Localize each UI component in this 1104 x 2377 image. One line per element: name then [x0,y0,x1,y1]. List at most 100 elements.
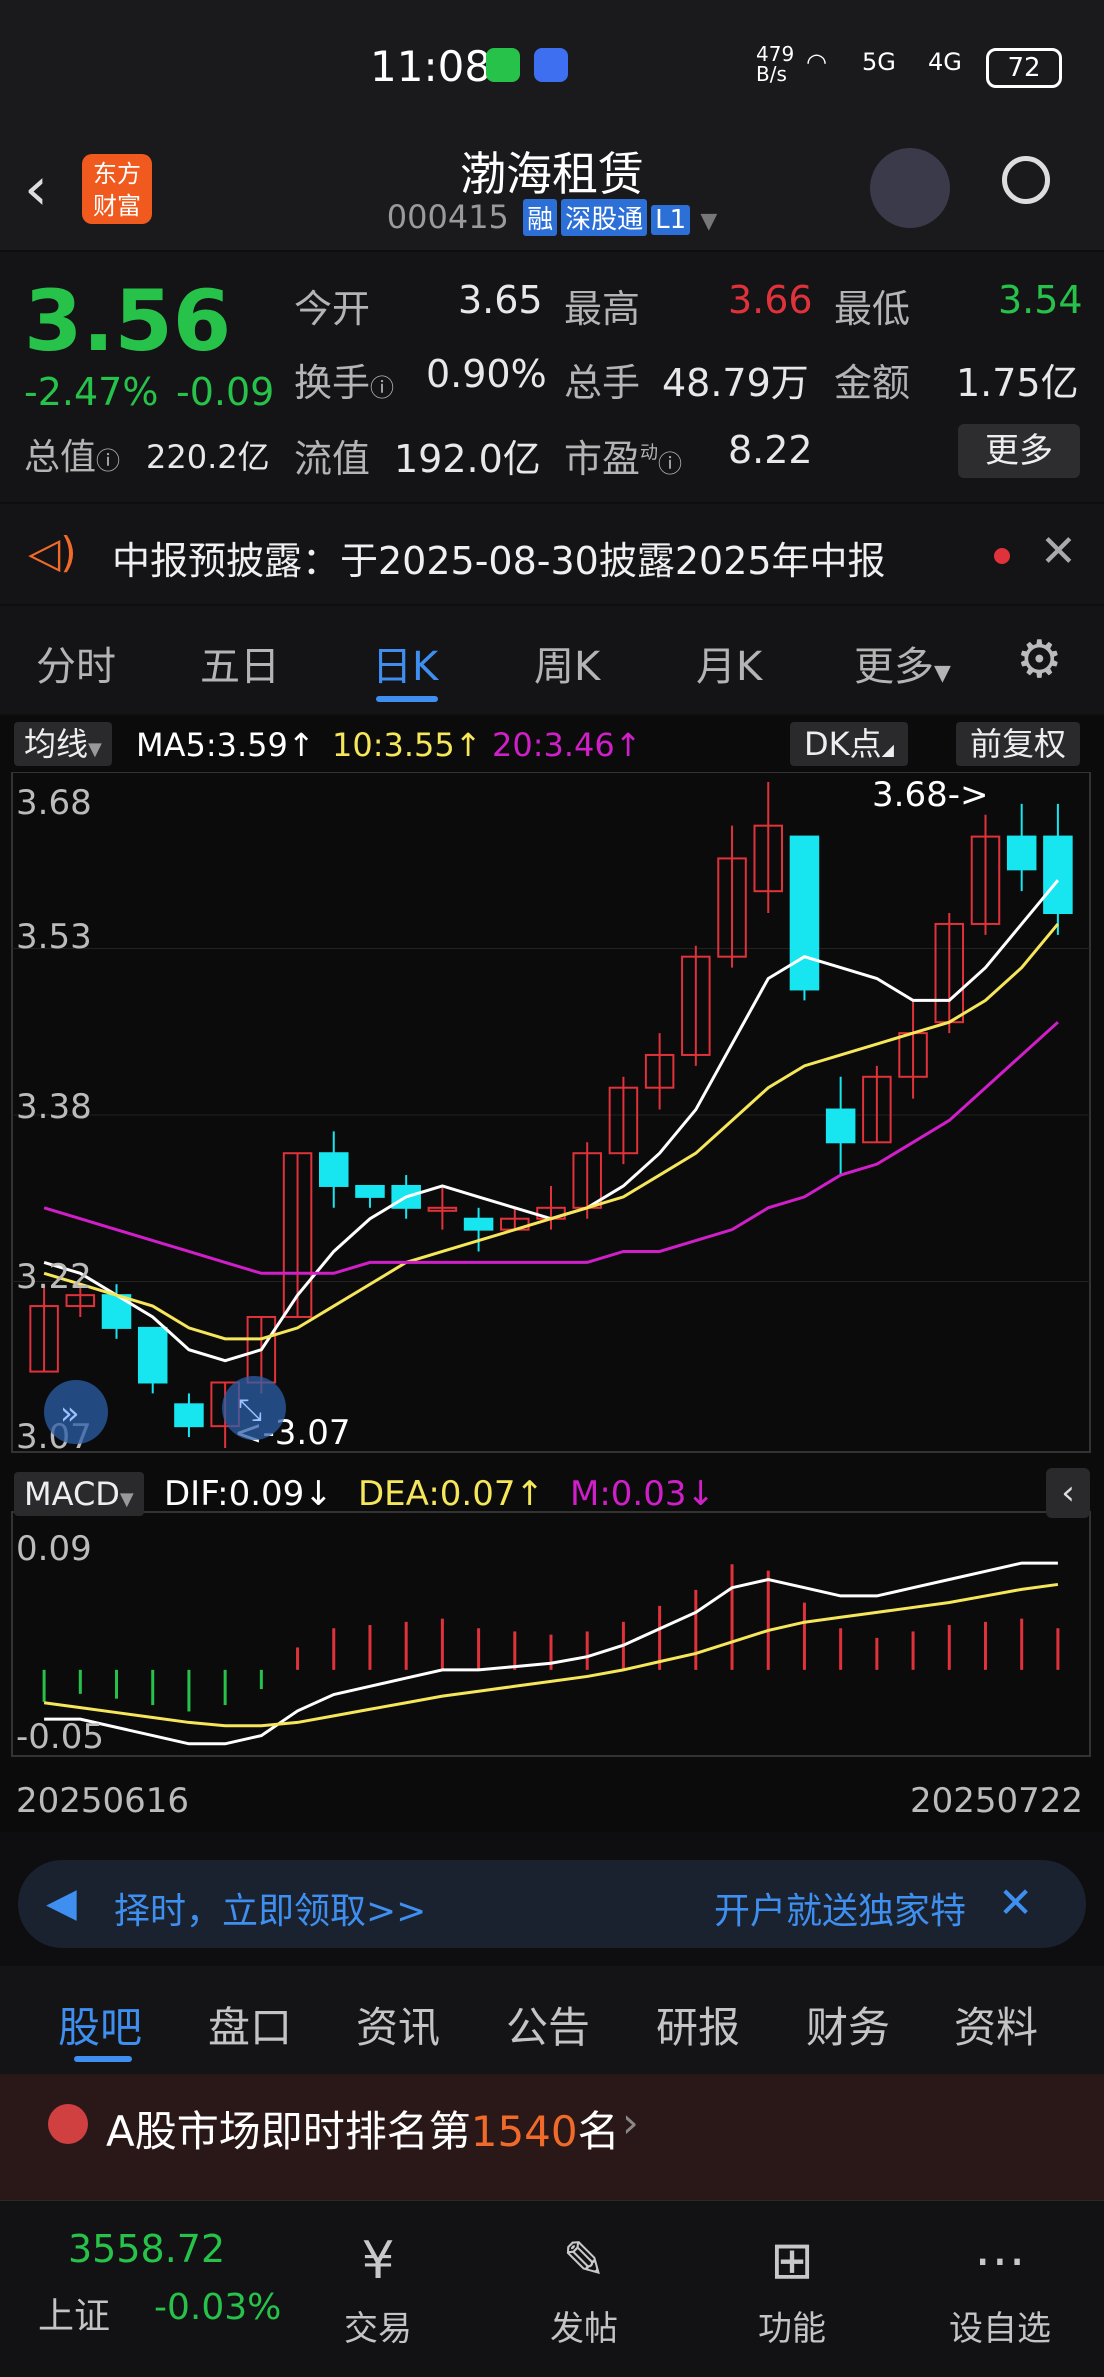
dk-point-button[interactable]: DK点◢ [790,722,908,766]
rank-row[interactable]: A股市场即时排名第1540名 › [0,2074,1104,2200]
index-change[interactable]: -0.03% [154,2287,281,2328]
high-marker: 3.68-> [872,775,988,815]
tab-monthly-k[interactable]: 月K [696,634,762,692]
promo-close-icon[interactable]: ✕ [998,1878,1033,1927]
open-label: 今开 [294,287,371,331]
ma5-line [43,879,1060,1363]
low-value: 3.54 [998,278,1083,322]
candle-body [1006,835,1037,871]
pe-label: 市盈动ⓘ [564,437,683,481]
high-value: 3.66 [728,278,813,322]
tab-profile[interactable]: 资料 [954,1994,1038,2055]
candle-body [789,835,820,991]
kline-svg: 3.68 3.53 3.38 3.22 3.07 3.68-> <-3.07 »… [11,772,1091,1821]
nav-watchlist[interactable]: ⋯ 设自选 [930,2231,1070,2350]
low-label: 最低 [834,287,911,331]
ma10-line [43,922,1060,1341]
tab-indicator [376,696,438,702]
battery-icon: 72 [986,48,1062,88]
signal-5g: 5G [862,48,896,76]
rank-text: A股市场即时排名第1540名 [106,2107,620,2156]
tab-5day[interactable]: 五日 [200,634,280,692]
index-name[interactable]: 上证 [38,2287,110,2339]
settings-gear-icon[interactable]: ⚙ [1016,630,1063,690]
dea-legend: DEA:0.07↑ [358,1474,544,1514]
tab-weekly-k[interactable]: 周K [534,634,600,692]
m-legend: M:0.03↓ [570,1474,715,1514]
collapse-panel-icon[interactable]: ‹ [1046,1468,1090,1518]
kline-frame [11,772,1091,1453]
section-tab-indicator [74,2056,132,2062]
tag-level: L1 [651,205,691,235]
index-value[interactable]: 3558.72 [68,2227,225,2271]
tab-finance[interactable]: 财务 [806,1994,890,2055]
net-speed: 479 B/s [756,42,795,86]
y-tick-1: 3.53 [16,917,92,957]
macd-tick-1: -0.05 [16,1717,104,1757]
tab-research[interactable]: 研报 [656,1994,740,2055]
high-label: 最高 [564,287,641,331]
y-tick-3: 3.22 [16,1257,92,1297]
exchange-icon: ¥ [361,2231,395,2291]
ma20-legend: 20:3.46↑ [492,726,642,764]
close-icon[interactable]: ✕ [1040,526,1077,577]
volume-label: 总手 [564,361,641,405]
dif-legend: DIF:0.09↓ [164,1474,333,1514]
app-notification-icon [534,48,568,82]
tab-news[interactable]: 资讯 [356,1994,440,2055]
amount-label: 金额 [834,361,911,405]
search-icon[interactable] [1002,156,1050,204]
macd-selector[interactable]: MACD▼ [14,1472,144,1516]
unread-dot [994,548,1010,564]
robot-assistant-icon[interactable] [870,148,950,228]
signal-4g: 4G [928,48,962,76]
status-bar: 11:08 479 B/s ◠ 5G 4G 72 [0,0,1104,130]
promo-left-text: 择时，立即领取>> [114,1891,427,1932]
tab-intraday[interactable]: 分时 [36,634,116,692]
float-label: 流值 [294,437,371,481]
tab-orderbook[interactable]: 盘口 [208,1994,292,2055]
amount-value: 1.75亿 [956,361,1079,405]
y-tick-0: 3.68 [16,783,92,823]
clock: 11:08 [370,42,492,91]
float-value: 192.0亿 [394,437,541,481]
wifi-icon: ◠ [806,48,827,76]
more-icon: ⋯ [974,2231,1026,2291]
fullscreen-glyph: ⤡ [238,1393,262,1428]
mcap-value: 220.2亿 [146,438,270,476]
candle-body [1043,835,1073,915]
adjust-button[interactable]: 前复权 [956,722,1081,766]
tag-margin: 融 [523,199,558,236]
change-pct: -2.47% [24,370,159,414]
candle-body [137,1326,168,1384]
ma-selector[interactable]: 均线▼ [14,722,112,766]
period-tabs: 分时 五日 日K 周K 月K 更多▼ ⚙ [0,606,1104,714]
nav-trade[interactable]: ¥ 交易 [308,2231,448,2350]
edit-icon: ✎ [562,2231,606,2291]
tab-forum[interactable]: 股吧 [58,1994,142,2055]
nav-functions[interactable]: ⊞ 功能 [722,2231,862,2350]
stock-code: 000415 [386,198,509,236]
candle-body [355,1184,385,1198]
date-start: 20250616 [16,1781,189,1821]
notice-bar[interactable]: ◁) 中报预披露：于2025-08-30披露2025年中报 ✕ [0,504,1104,604]
notice-text: 中报预披露：于2025-08-30披露2025年中报 [112,539,886,583]
tag-connect: 深股通 [561,199,648,236]
tab-daily-k[interactable]: 日K [372,634,438,692]
rank-icon [48,2104,88,2144]
change-amount: -0.09 [176,370,275,414]
more-button[interactable]: 更多 [958,424,1080,478]
candle-body [174,1403,204,1428]
wechat-icon [486,48,520,82]
turnover-label: 换手ⓘ [294,361,395,405]
tab-more[interactable]: 更多▼ [854,634,951,692]
nav-post[interactable]: ✎ 发帖 [514,2231,654,2350]
kline-chart-area[interactable]: 均线▼ MA5:3.59↑ 10:3.55↑ 20:3.46↑ DK点◢ 前复权… [0,716,1104,1832]
turnover-value: 0.90% [426,352,547,396]
quote-panel: 3.56 -2.47% -0.09 今开 3.65 最高 3.66 最低 3.5… [0,252,1104,502]
ma20-line [43,1021,1059,1275]
tab-announcements[interactable]: 公告 [506,1994,590,2055]
section-tabs: 股吧 盘口 资讯 公告 研报 财务 资料 [0,1966,1104,2074]
volume-value: 48.79万 [662,361,809,405]
promo-banner[interactable]: ◀ 择时，立即领取>> 开户就送独家特 ✕ [18,1860,1086,1948]
